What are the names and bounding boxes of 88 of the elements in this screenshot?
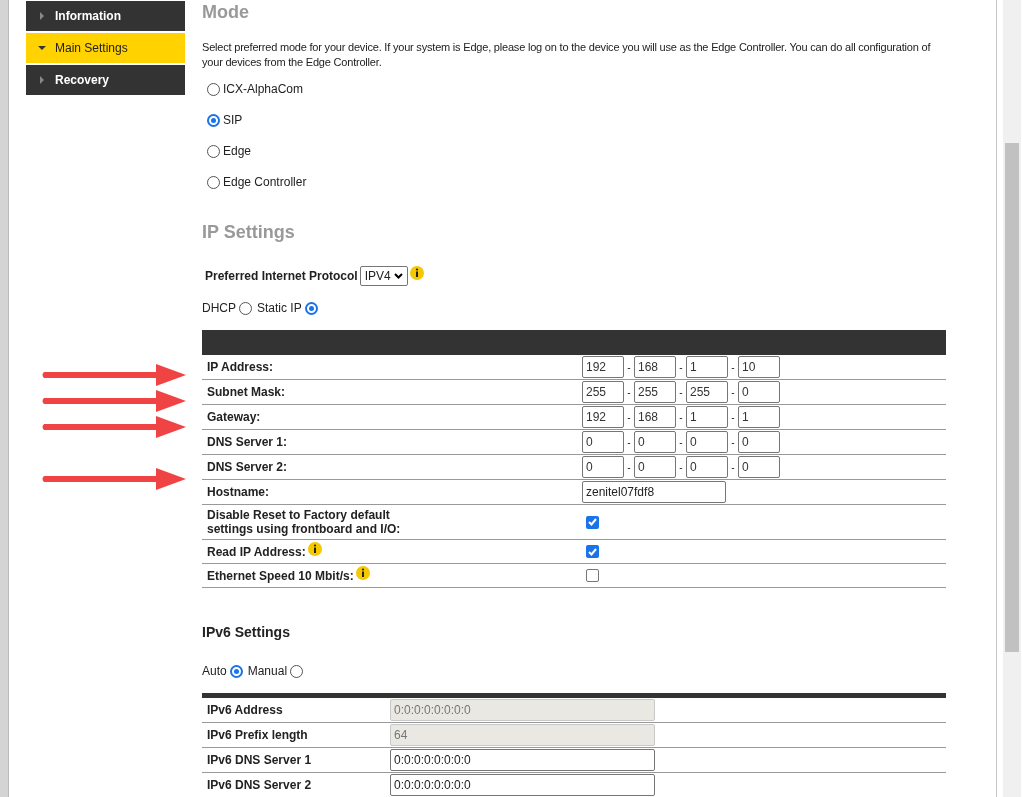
radio-label: DHCP [202,300,236,317]
separator-text: - [730,410,736,425]
separator-text: - [730,435,736,450]
octet-field[interactable]: 192 [582,406,624,428]
scrollbar[interactable] [1003,0,1021,797]
separator-text: - [678,385,684,400]
separator-text: - [626,460,632,475]
octet-field[interactable]: 0 [686,431,728,453]
sidebar-item[interactable]: Recovery [26,65,185,95]
octet-field[interactable]: 0 [582,456,624,478]
field-label: Disable Reset to Factory default settings using frontboard and I/O: [207,508,402,536]
octet-field[interactable]: 255 [686,381,728,403]
ipv6-field[interactable]: 0:0:0:0:0:0:0:0 [390,774,655,796]
field-label: DNS Server 2: [207,460,288,474]
radio-button[interactable] [239,301,252,315]
radio-label: SIP [223,112,243,129]
field-label: IPv6 DNS Server 2 [206,777,313,794]
field-label: Read IP Address: [207,544,306,559]
octet-field[interactable]: 168 [634,356,676,378]
chevron-down-icon [393,273,403,279]
info-icon[interactable] [307,541,322,556]
separator-text: - [678,460,684,475]
section-heading: IP Settings [202,221,296,243]
separator-text: - [626,385,632,400]
separator-text: - [730,385,736,400]
radio-button[interactable] [304,301,318,315]
separator-text: - [678,435,684,450]
checkbox[interactable] [586,569,599,582]
radio-label: ICX-AlphaCom [223,81,304,98]
field-label: Gateway: [207,410,261,424]
protocol-select[interactable]: IPV4 [359,266,408,286]
scroll-thumb[interactable] [1005,143,1019,652]
separator-text: - [626,410,632,425]
radio-button[interactable] [207,175,220,189]
caret-icon [38,12,46,20]
octet-field[interactable]: 1 [686,406,728,428]
octet-field[interactable]: 255 [634,381,676,403]
separator-text: - [730,360,736,375]
info-icon[interactable] [355,565,370,580]
field-label: IP Address: [207,360,274,374]
radio-button[interactable] [207,82,220,96]
octet-field[interactable]: 0 [634,431,676,453]
separator-text: - [626,435,632,450]
separator-text: - [730,460,736,475]
octet-field[interactable]: 1 [738,406,780,428]
radio-button[interactable] [207,144,220,158]
hostname-field[interactable]: zenitel07fdf8 [582,481,726,503]
separator-text: - [678,410,684,425]
caret-icon [38,44,46,52]
sidebar-item[interactable]: Main Settings [26,33,185,63]
octet-field[interactable]: 10 [738,356,780,378]
octet-field[interactable]: 255 [582,381,624,403]
sidebar-item[interactable]: Information [26,1,185,31]
separator-text: - [678,360,684,375]
field-label: DNS Server 1: [207,435,288,449]
field-label: Subnet Mask: [207,385,285,399]
field-label: IPv6 Prefix length [206,727,309,744]
separator-text: - [626,360,632,375]
field-label: IPv6 DNS Server 1 [206,752,313,769]
octet-field[interactable]: 0 [738,381,780,403]
field-label: Hostname: [207,485,269,499]
section-heading: IPv6 Settings [202,623,291,641]
octet-field[interactable]: 0 [582,431,624,453]
section-heading: Mode [202,1,250,23]
radio-button[interactable] [290,664,304,678]
radio-label: Manual [247,663,288,680]
field-label: Preferred Internet Protocol [205,268,358,285]
octet-field[interactable]: 0 [738,456,780,478]
radio-button[interactable] [207,113,220,127]
ipv6-field[interactable]: 0:0:0:0:0:0:0:0 [390,749,655,771]
radio-label: Auto [202,663,227,680]
radio-label: Edge Controller [223,174,307,191]
octet-field[interactable]: 0 [738,431,780,453]
description-text: Select preferred mode for your device. If your system is Edge, please log on to the device you will use as the Edge Controller. You can do all configuration of your devices from the Edge Controller. [202,40,932,70]
octet-field[interactable]: 192 [582,356,624,378]
radio-label: Static IP [257,300,302,317]
field-label: IPv6 Address [206,702,284,719]
checkbox[interactable] [586,515,599,529]
caret-icon [38,76,46,84]
octet-field[interactable]: 1 [686,356,728,378]
octet-field[interactable]: 0 [686,456,728,478]
octet-field[interactable]: 168 [634,406,676,428]
field-label: Ethernet Speed 10 Mbit/s: [207,568,354,583]
radio-button[interactable] [229,664,243,678]
radio-label: Edge [223,143,252,160]
info-icon[interactable] [409,266,424,280]
checkbox[interactable] [586,545,599,558]
octet-field[interactable]: 0 [634,456,676,478]
